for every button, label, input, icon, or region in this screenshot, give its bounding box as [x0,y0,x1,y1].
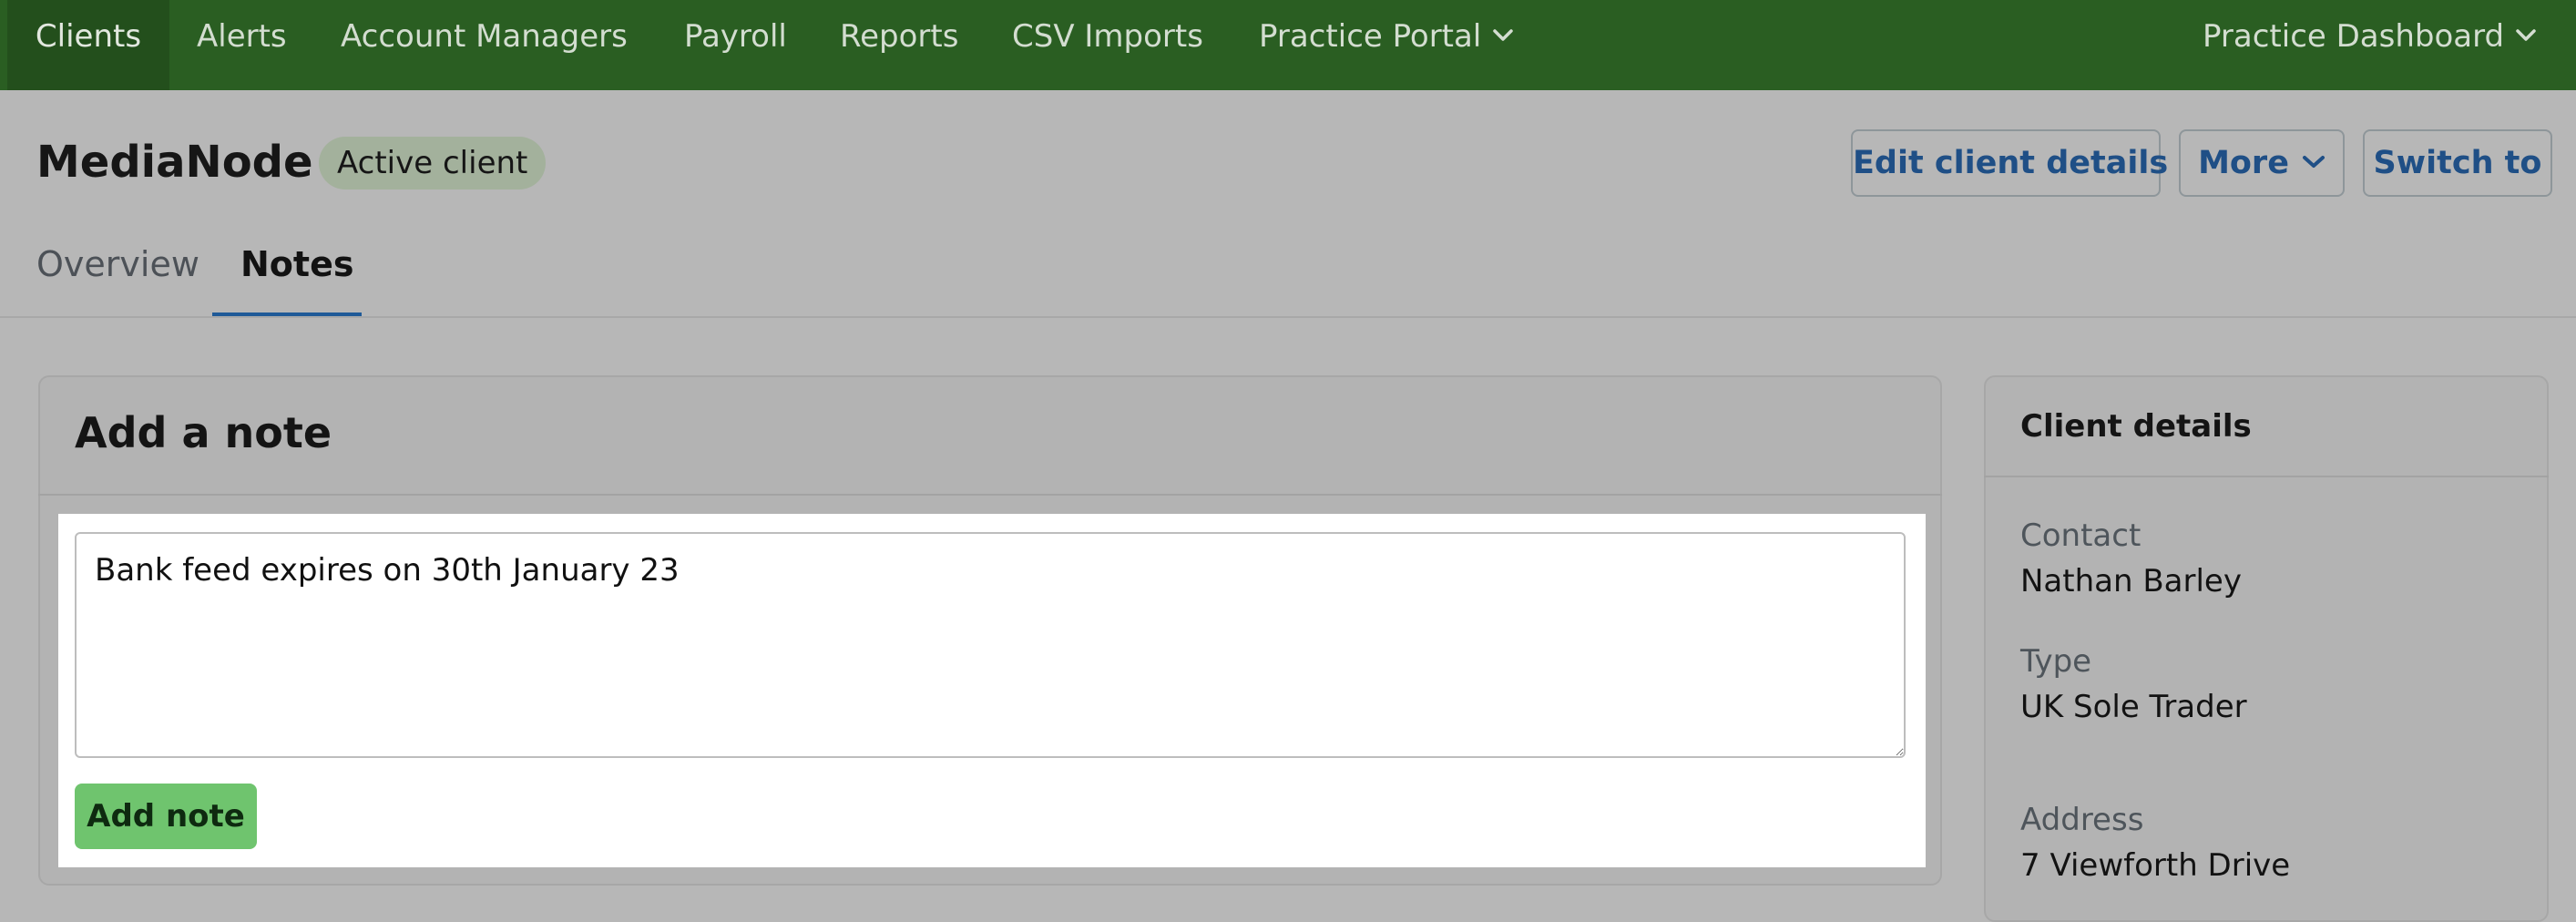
more-dropdown-button[interactable]: More [2179,129,2345,197]
nav-item-clients[interactable]: Clients [7,0,169,90]
switch-to-button[interactable]: Switch to [2363,129,2552,197]
edit-client-details-button[interactable]: Edit client details [1851,129,2168,197]
nav-item-practice-dashboard-label: Practice Dashboard [2203,18,2505,55]
nav-item-account-managers[interactable]: Account Managers [341,0,628,90]
address-label: Address [2020,802,2144,838]
tab-overview[interactable]: Overview [36,244,199,284]
tab-notes[interactable]: Notes [240,244,353,284]
nav-item-practice-portal[interactable]: Practice Portal [1259,0,1514,90]
nav-item-practice-dashboard[interactable]: Practice Dashboard [2203,0,2537,90]
nav-item-alerts[interactable]: Alerts [197,0,287,90]
type-value: UK Sole Trader [2020,689,2247,725]
status-badge: Active client [319,137,547,190]
client-details-heading: Client details [2020,408,2252,445]
nav-item-reports[interactable]: Reports [840,0,958,90]
chevron-down-icon [2302,156,2325,168]
contact-label: Contact [2020,517,2142,554]
card-divider [38,494,1942,496]
more-button-label: More [2198,145,2289,181]
client-details-divider [1984,476,2549,477]
nav-item-csv-imports[interactable]: CSV Imports [1012,0,1203,90]
chevron-down-icon [1493,28,1514,41]
tabs-divider [0,316,2576,318]
add-note-heading: Add a note [75,408,332,457]
nav-item-practice-portal-label: Practice Portal [1259,18,1482,55]
address-value: 7 Viewforth Drive [2020,847,2291,884]
contact-value: Nathan Barley [2020,563,2242,599]
type-label: Type [2020,643,2092,680]
note-textarea[interactable]: Bank feed expires on 30th January 23 [75,532,1906,758]
nav-item-payroll[interactable]: Payroll [684,0,787,90]
client-name-title: MediaNode [36,137,313,188]
top-navigation: Clients Alerts Account Managers Payroll … [0,0,2576,90]
chevron-down-icon [2516,28,2536,41]
add-note-button[interactable]: Add note [75,784,257,849]
